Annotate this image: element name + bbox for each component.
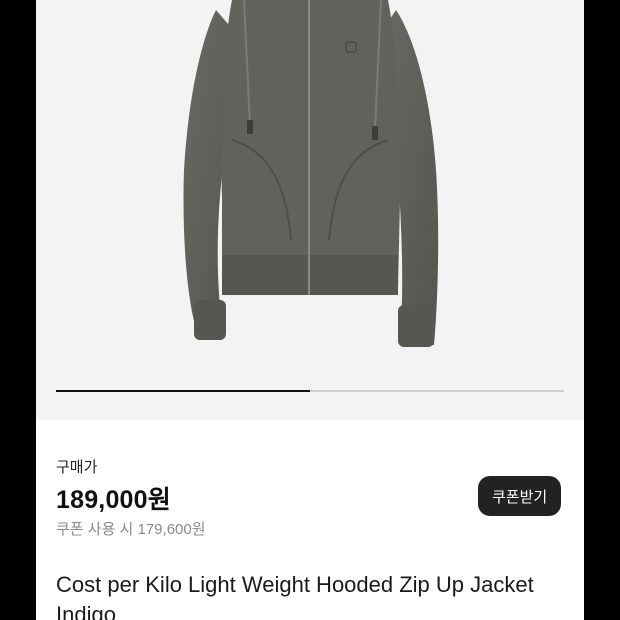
gallery-progress-fill xyxy=(56,390,310,392)
product-screen: 구매가 189,000원 쿠폰 사용 시 179,600원 쿠폰받기 Cost … xyxy=(36,0,584,620)
product-price: 189,000원 xyxy=(56,486,171,514)
gallery-progress-bar xyxy=(56,390,564,392)
product-title: Cost per Kilo Light Weight Hooded Zip Up… xyxy=(56,572,534,620)
product-image xyxy=(183,0,439,347)
get-coupon-button[interactable]: 쿠폰받기 xyxy=(478,476,562,516)
product-image-gallery[interactable] xyxy=(36,0,584,420)
product-info-section: 구매가 189,000원 쿠폰 사용 시 179,600원 쿠폰받기 Cost … xyxy=(36,420,584,620)
purchase-price-label: 구매가 xyxy=(56,459,98,476)
coupon-price-text: 쿠폰 사용 시 179,600원 xyxy=(56,521,206,538)
